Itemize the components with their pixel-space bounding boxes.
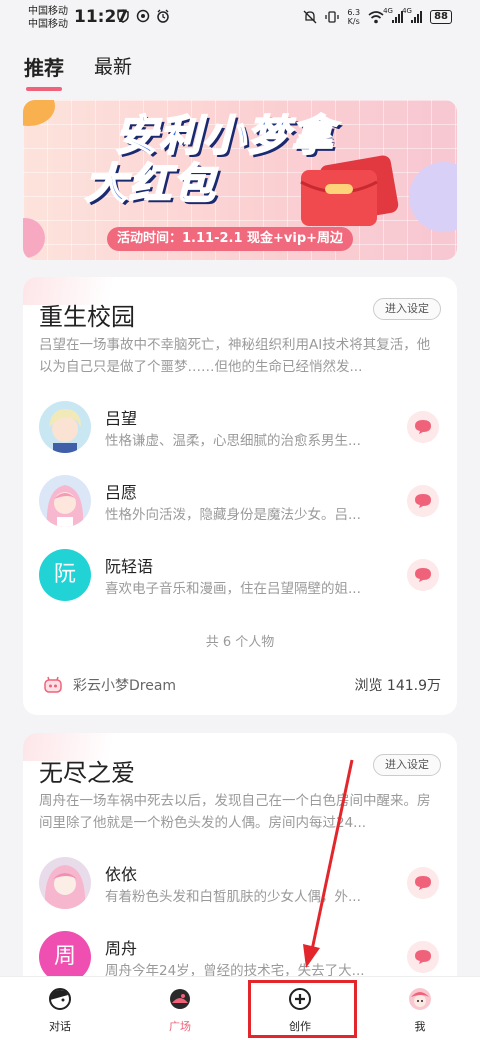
enter-setting-button[interactable]: 进入设定 — [373, 754, 441, 776]
red-envelope-icon — [300, 155, 399, 226]
chat-button[interactable] — [407, 485, 439, 517]
story-card-rebirth-campus[interactable]: 重生校园 进入设定 吕望在一场事故中不幸脑死亡，神秘组织利用AI技术将其复活，他… — [23, 277, 457, 715]
chat-bubble-icon — [415, 950, 431, 964]
tab-recommended[interactable]: 推荐 — [24, 52, 64, 91]
mute-icon — [303, 10, 317, 24]
carrier-info: 中国移动 中国移动 — [28, 5, 68, 31]
character-name: 阮轻语 — [105, 557, 154, 576]
card-description: 吕望在一场事故中不幸脑死亡，神秘组织利用AI技术将其复活，他以为自己只是做了个噩… — [39, 337, 431, 375]
chat-bubble-icon — [415, 568, 431, 582]
card-description: 周舟在一场车祸中死去以后，发现自己在一个白色房间中醒来。房间里除了他就是一个粉色… — [39, 793, 431, 831]
character-row[interactable]: 吕望 性格谦虚、温柔，心思细腻的治愈系男生... — [39, 401, 441, 467]
chat-bubble-icon — [415, 494, 431, 508]
character-row[interactable]: 阮 阮轻语 喜欢电子音乐和漫画，住在吕望隔壁的姐... — [39, 549, 441, 615]
character-count[interactable]: 共 6 个人物 — [23, 631, 457, 650]
system-status-icons: 6.3 K/s 4G 4G 88 — [303, 7, 452, 26]
character-description: 喜欢电子音乐和漫画，住在吕望隔壁的姐... — [105, 581, 361, 597]
author-name: 彩云小梦Dream — [73, 678, 177, 694]
character-description: 有着粉色头发和白皙肌肤的少女人偶，外... — [105, 889, 361, 905]
anime-boy-avatar-icon — [39, 401, 91, 453]
vibrate-icon — [325, 11, 339, 23]
enter-setting-button[interactable]: 进入设定 — [373, 298, 441, 320]
nav-label-plaza: 广场 — [169, 1020, 191, 1033]
chat-button[interactable] — [407, 867, 439, 899]
wifi-icon — [368, 10, 384, 23]
pink-hair-doll-avatar-icon — [39, 857, 91, 909]
character-avatar — [39, 857, 91, 909]
card-title: 无尽之爱 — [39, 759, 135, 787]
network-speed-value: 6.3 — [347, 8, 361, 17]
view-count: 浏览 141.9万 — [354, 678, 441, 694]
signal-label-1: 4G — [383, 7, 393, 15]
promo-banner[interactable]: 安利小梦拿 大红包 活动时间：1.11-2.1 现金+vip+周边 — [23, 100, 457, 260]
signal-strength-icon-2: 4G — [402, 7, 423, 23]
feed-tabs: 推荐 最新 — [24, 52, 132, 91]
anime-girl-avatar-icon — [39, 475, 91, 527]
robot-author-icon — [44, 676, 62, 693]
shield-notification-icon — [117, 9, 129, 23]
network-speed: 6.3 K/s — [347, 8, 360, 26]
battery-indicator: 88 — [430, 10, 452, 24]
chat-button[interactable] — [407, 559, 439, 591]
nav-item-plaza[interactable]: 广场 — [130, 977, 230, 1040]
character-description: 性格谦虚、温柔，心思细腻的治愈系男生... — [105, 433, 361, 449]
character-avatar — [39, 401, 91, 453]
banner-subtitle: 活动时间：1.11-2.1 现金+vip+周边 — [107, 227, 354, 251]
carrier-2: 中国移动 — [28, 19, 68, 30]
network-speed-unit: K/s — [347, 17, 360, 26]
character-name: 吕愿 — [105, 483, 138, 502]
character-avatar: 阮 — [39, 549, 91, 601]
chat-button[interactable] — [407, 411, 439, 443]
chat-bubble-icon — [415, 876, 431, 890]
status-bar: 中国移动 中国移动 11:27 6.3 K/s 4G 4G 88 — [0, 0, 480, 36]
character-name: 周舟 — [105, 939, 138, 958]
tab-latest[interactable]: 最新 — [94, 52, 132, 81]
plaza-icon — [170, 989, 190, 1009]
chat-button[interactable] — [407, 941, 439, 973]
chat-face-icon — [49, 988, 71, 1010]
card-title: 重生校园 — [39, 303, 135, 331]
carrier-1: 中国移动 — [28, 6, 68, 17]
story-card-endless-love[interactable]: 无尽之爱 进入设定 周舟在一场车祸中死去以后，发现自己在一个白色房间中醒来。房间… — [23, 733, 457, 993]
character-row[interactable]: 吕愿 性格外向活泼，隐藏身份是魔法少女。吕... — [39, 475, 441, 541]
chat-bubble-icon — [415, 420, 431, 434]
character-description: 性格外向活泼，隐藏身份是魔法少女。吕... — [105, 507, 361, 523]
unread-notification-icon — [136, 9, 150, 23]
notification-icons — [116, 9, 170, 23]
nav-item-chat[interactable]: 对话 — [10, 977, 110, 1040]
alarm-icon — [157, 9, 169, 23]
author-info[interactable]: 彩云小梦Dream — [43, 675, 176, 695]
character-name: 依依 — [105, 865, 138, 884]
character-avatar — [39, 475, 91, 527]
character-row[interactable]: 依依 有着粉色头发和白皙肌肤的少女人偶，外... — [39, 857, 441, 923]
nav-label-me: 我 — [414, 1020, 426, 1033]
character-name: 吕望 — [105, 409, 138, 428]
highlight-box-create — [248, 980, 357, 1038]
nav-item-me[interactable]: 我 — [370, 977, 470, 1040]
profile-avatar-icon — [409, 988, 431, 1010]
bottom-navigation: 对话 广场 创作 我 — [0, 976, 480, 1040]
nav-label-chat: 对话 — [49, 1020, 71, 1033]
signal-label-2: 4G — [402, 7, 412, 15]
